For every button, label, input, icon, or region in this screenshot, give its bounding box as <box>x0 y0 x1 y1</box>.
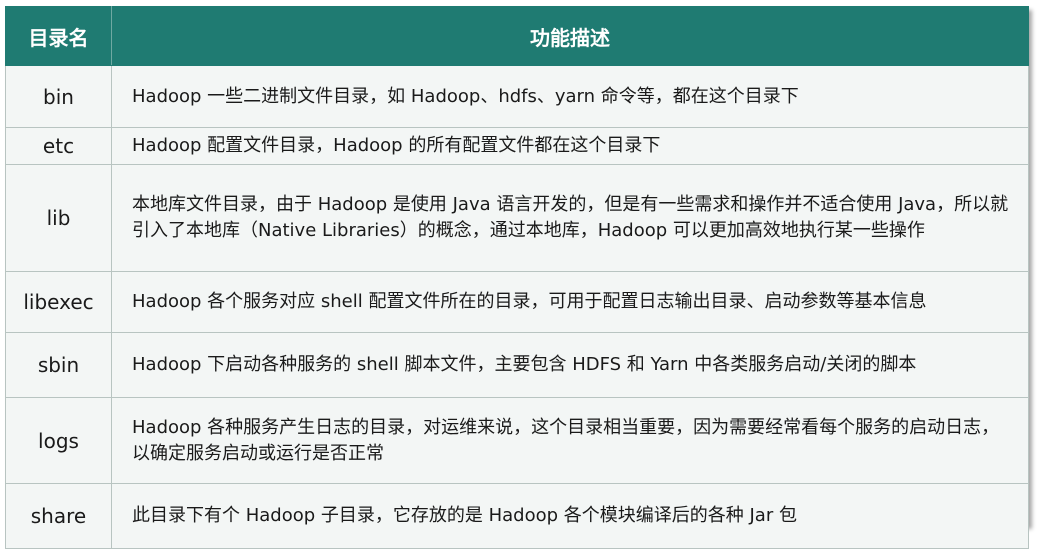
description-cell: Hadoop 配置文件目录，Hadoop 的所有配置文件都在这个目录下 <box>111 127 1029 165</box>
table-row: lib 本地库文件目录，由于 Hadoop 是使用 Java 语言开发的，但是有… <box>5 164 1029 272</box>
table-row: etc Hadoop 配置文件目录，Hadoop 的所有配置文件都在这个目录下 <box>5 127 1029 165</box>
directory-name-cell: lib <box>5 164 112 272</box>
description-cell: 本地库文件目录，由于 Hadoop 是使用 Java 语言开发的，但是有一些需求… <box>111 164 1029 272</box>
directory-table-container: 目录名 功能描述 bin Hadoop 一些二进制文件目录，如 Hadoop、h… <box>5 6 1029 549</box>
description-cell: Hadoop 一些二进制文件目录，如 Hadoop、hdfs、yarn 命令等，… <box>111 65 1029 128</box>
directory-table: 目录名 功能描述 bin Hadoop 一些二进制文件目录，如 Hadoop、h… <box>5 6 1029 549</box>
header-function-description: 功能描述 <box>111 6 1029 66</box>
table-row: share 此目录下有个 Hadoop 子目录，它存放的是 Hadoop 各个模… <box>5 483 1029 549</box>
directory-name-cell: etc <box>5 127 112 165</box>
table-header-row: 目录名 功能描述 <box>5 6 1029 66</box>
directory-name-cell: logs <box>5 397 112 484</box>
table-row: logs Hadoop 各种服务产生日志的目录，对运维来说，这个目录相当重要，因… <box>5 397 1029 484</box>
description-cell: Hadoop 下启动各种服务的 shell 脚本文件，主要包含 HDFS 和 Y… <box>111 332 1029 398</box>
description-cell: 此目录下有个 Hadoop 子目录，它存放的是 Hadoop 各个模块编译后的各… <box>111 483 1029 549</box>
table-row: sbin Hadoop 下启动各种服务的 shell 脚本文件，主要包含 HDF… <box>5 332 1029 398</box>
description-cell: Hadoop 各种服务产生日志的目录，对运维来说，这个目录相当重要，因为需要经常… <box>111 397 1029 484</box>
directory-name-cell: bin <box>5 65 112 128</box>
description-cell: Hadoop 各个服务对应 shell 配置文件所在的目录，可用于配置日志输出目… <box>111 271 1029 333</box>
table-row: libexec Hadoop 各个服务对应 shell 配置文件所在的目录，可用… <box>5 271 1029 333</box>
table-row: bin Hadoop 一些二进制文件目录，如 Hadoop、hdfs、yarn … <box>5 65 1029 128</box>
header-directory-name: 目录名 <box>5 6 112 66</box>
directory-name-cell: share <box>5 483 112 549</box>
directory-name-cell: sbin <box>5 332 112 398</box>
directory-name-cell: libexec <box>5 271 112 333</box>
